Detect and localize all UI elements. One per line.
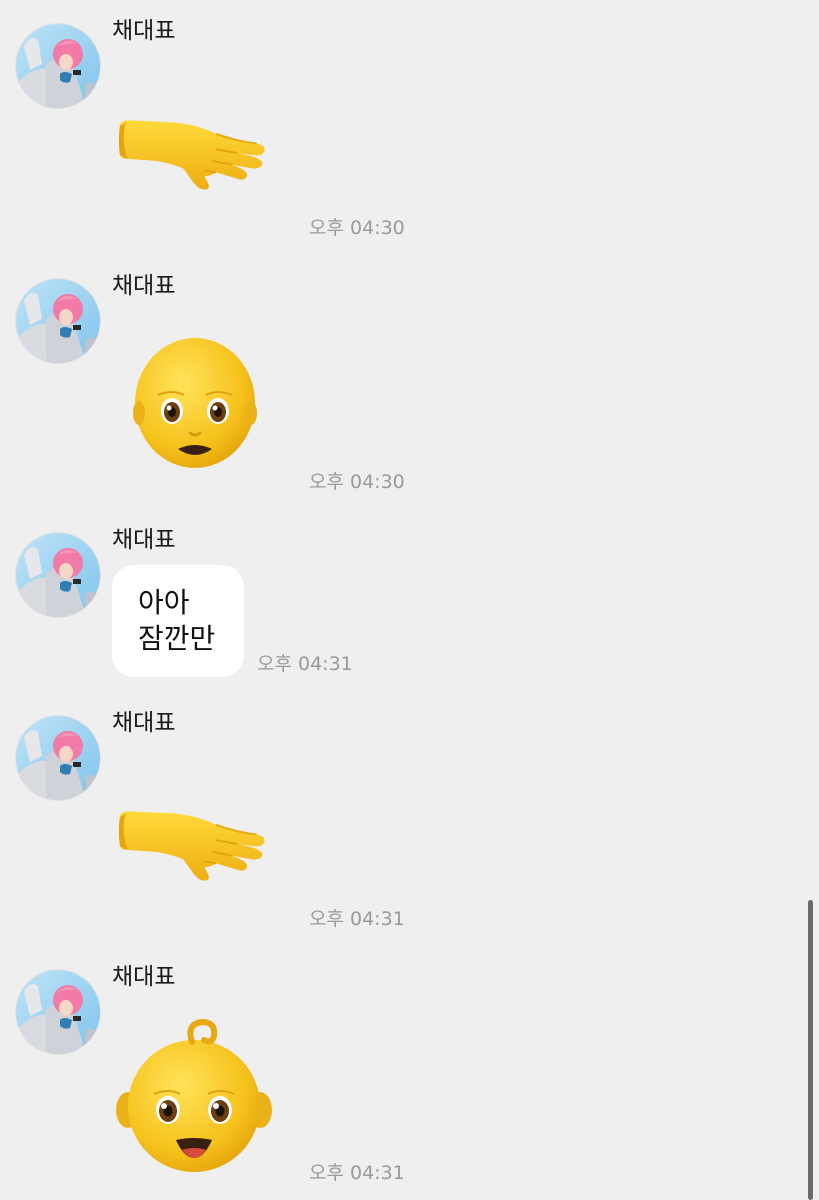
sender-name: 채대표 [112, 18, 176, 44]
baby-face-emoji [116, 1018, 272, 1174]
message-timestamp: 오후 04:31 [257, 653, 353, 675]
message-text-line: 잠깐만 [138, 622, 216, 655]
sender-avatar[interactable] [16, 279, 100, 363]
bald-face-emoji [133, 337, 257, 469]
message-timestamp: 오후 04:30 [309, 471, 405, 493]
scrollbar[interactable] [808, 900, 813, 1200]
sender-avatar[interactable] [16, 24, 100, 108]
sender-name: 채대표 [112, 527, 176, 553]
sender-name: 채대표 [112, 273, 176, 299]
message-timestamp: 오후 04:30 [309, 217, 405, 239]
hand-reaching-emoji [116, 807, 270, 885]
sender-name: 채대표 [112, 710, 176, 736]
sender-avatar[interactable] [16, 533, 100, 617]
sender-name: 채대표 [112, 964, 176, 990]
message-timestamp: 오후 04:31 [309, 908, 405, 930]
message-bubble[interactable]: 아아 잠깐만 [112, 565, 244, 677]
message-text-line: 아아 [138, 586, 190, 619]
sender-avatar[interactable] [16, 716, 100, 800]
message-timestamp: 오후 04:31 [309, 1162, 405, 1184]
sender-avatar[interactable] [16, 970, 100, 1054]
hand-reaching-emoji [116, 116, 270, 194]
